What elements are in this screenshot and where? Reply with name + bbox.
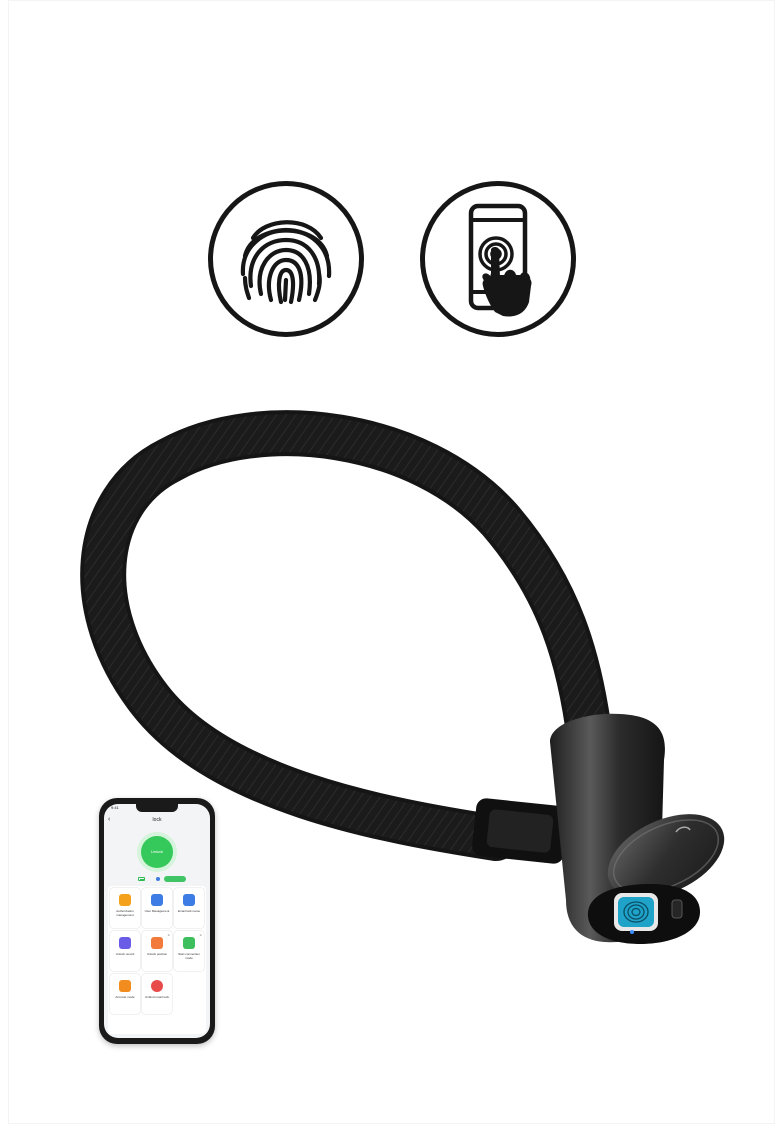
user-key-icon: [119, 894, 131, 906]
smartphone: 9:41 ‹ lock Unlock Authorization managem…: [99, 798, 215, 1044]
tile-label: Authorization management: [116, 909, 134, 917]
tile-label: Email lock name: [177, 909, 200, 913]
tile-email-lock-name[interactable]: Email lock name: [174, 888, 204, 928]
unlock-button[interactable]: Unlock: [141, 836, 173, 868]
document-icon: [119, 937, 131, 949]
app-header: ‹ lock: [104, 816, 210, 826]
app-screen: 9:41 ‹ lock Unlock Authorization managem…: [104, 804, 210, 1038]
tile-unlock-position[interactable]: ⊕ Unlock position: [142, 931, 172, 971]
shield-icon: [119, 980, 131, 992]
tile-label: Unlock position: [146, 952, 168, 956]
tile-badge: ⊕: [199, 933, 202, 937]
tile-unlock-record[interactable]: Unlock record: [110, 931, 140, 971]
bluetooth-icon: [156, 877, 160, 881]
tile-anti-lost-mode[interactable]: Anti-lost mode: [110, 974, 140, 1014]
card-icon: [183, 894, 195, 906]
status-time: 9:41: [111, 805, 119, 810]
user-settings-icon: [151, 894, 163, 906]
tile-label: Anti-lost mode: [115, 995, 135, 999]
unlink-icon: [151, 980, 163, 992]
share-icon: [183, 937, 195, 949]
tile-label: Start connection mode: [178, 952, 200, 960]
tile-unbind-smart-lock[interactable]: Unbind smart lock: [142, 974, 172, 1014]
tile-label: Unbind smart lock: [144, 995, 169, 999]
tile-start-connection-mode[interactable]: ⊕ Start connection mode: [174, 931, 204, 971]
tile-label: Unlock record: [115, 952, 135, 956]
location-pin-icon: [151, 937, 163, 949]
status-led: [630, 930, 634, 934]
tile-authorization-management[interactable]: Authorization management: [110, 888, 140, 928]
feature-grid: Authorization management User Management…: [108, 886, 206, 1034]
unlock-ring: Unlock: [137, 832, 177, 872]
battery-icon: [138, 877, 145, 881]
tile-user-management[interactable]: User Management: [142, 888, 172, 928]
tile-badge: ⊕: [167, 933, 170, 937]
connection-status-badge: [164, 876, 186, 882]
tile-label: User Management: [144, 909, 170, 913]
phone-notch: [136, 804, 178, 812]
device-status-row: [138, 876, 198, 882]
app-title: lock: [152, 817, 162, 823]
